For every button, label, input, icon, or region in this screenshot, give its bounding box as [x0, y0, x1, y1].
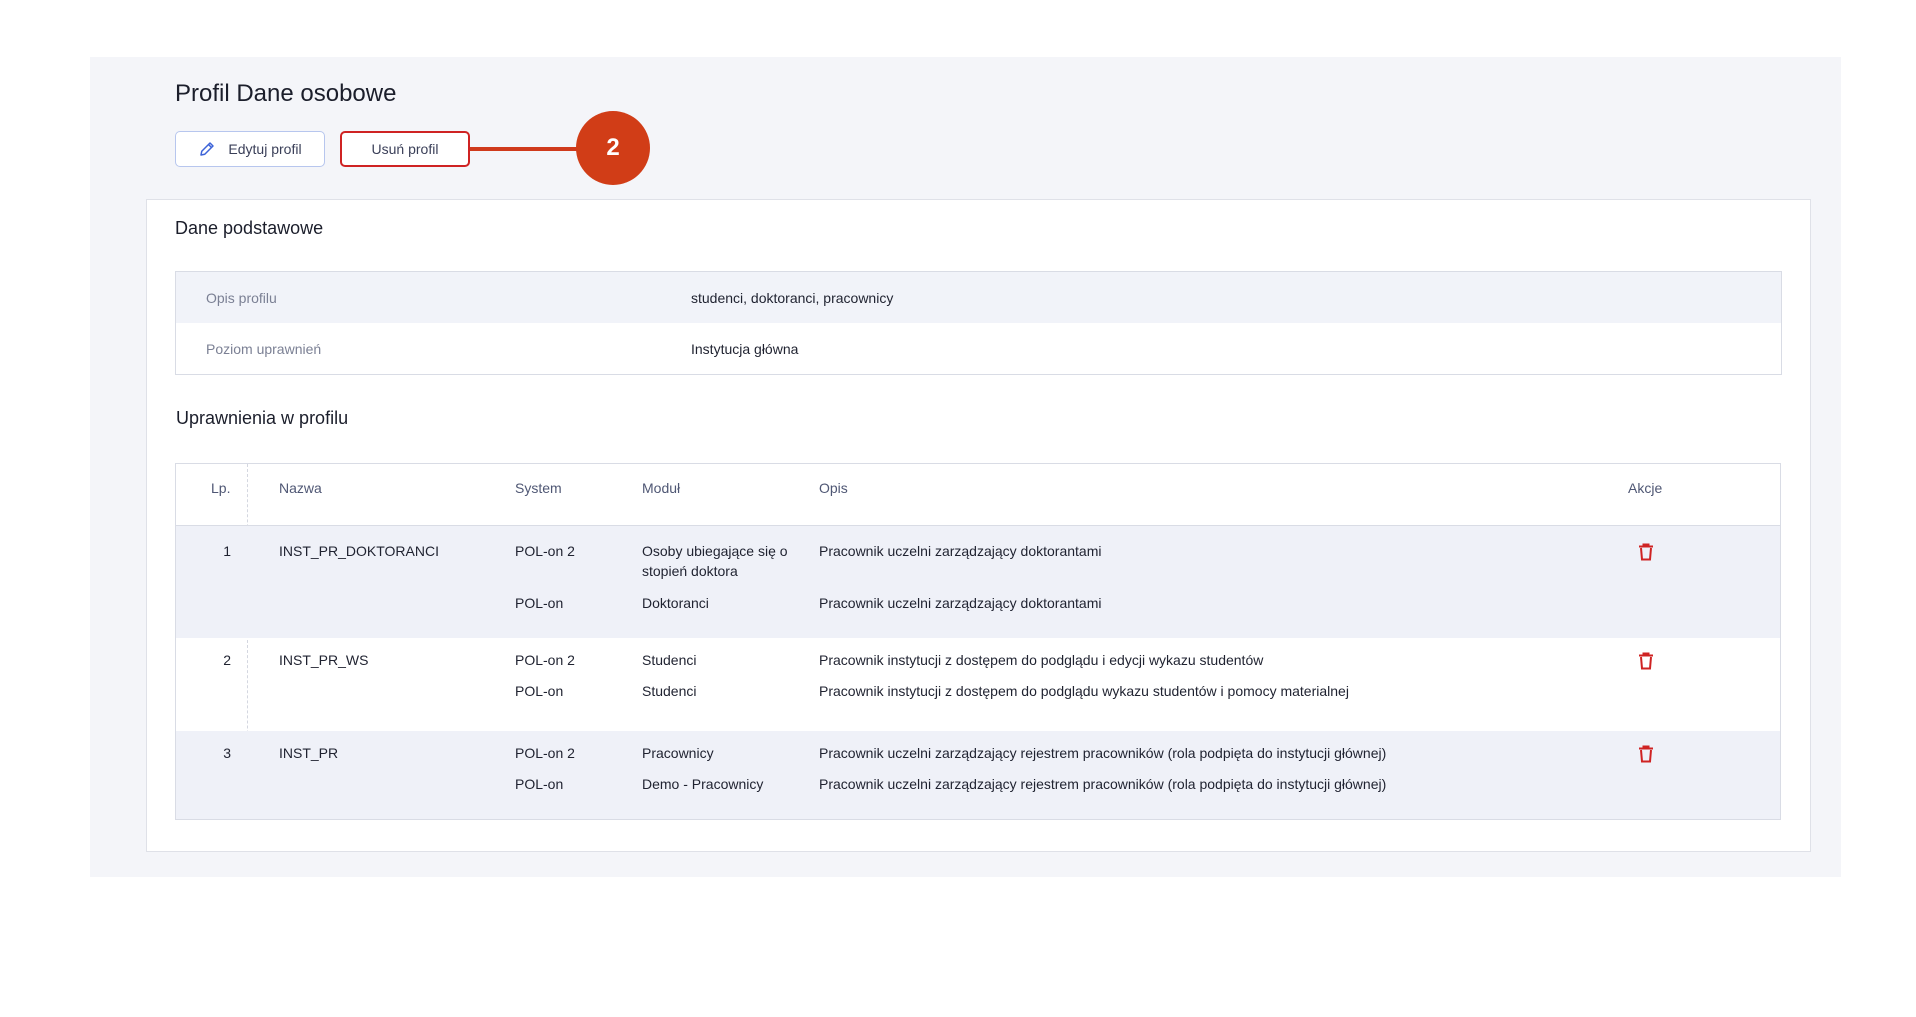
- row-system: POL-on: [515, 683, 564, 699]
- col-header-system: System: [515, 480, 562, 496]
- table-row: 3 INST_PR POL-on 2 Pracownicy Pracownik …: [176, 731, 1780, 819]
- delete-profile-label: Usuń profil: [371, 141, 439, 157]
- row-name: INST_PR_WS: [279, 652, 369, 668]
- callout-connector: [470, 147, 580, 151]
- row-module: Doktoranci: [642, 595, 709, 611]
- col-header-description: Opis: [819, 480, 848, 496]
- col-header-name: Nazwa: [279, 480, 322, 496]
- row-name: INST_PR: [279, 745, 339, 761]
- info-value: studenci, doktoranci, pracownicy: [691, 289, 894, 306]
- row-module: Studenci: [642, 652, 697, 668]
- basic-data-title: Dane podstawowe: [175, 218, 324, 238]
- info-value: Instytucja główna: [691, 340, 799, 357]
- row-description: Pracownik instytucji z dostępem do podgl…: [819, 652, 1264, 668]
- row-system: POL-on 2: [515, 543, 575, 559]
- table-header: Lp. Nazwa System Moduł Opis Akcje: [176, 464, 1780, 526]
- row-description: Pracownik uczelni zarządzający rejestrem…: [819, 745, 1387, 761]
- row-description: Pracownik uczelni zarządzający doktorant…: [819, 595, 1102, 611]
- pencil-icon: [200, 142, 215, 156]
- info-label: Poziom uprawnień: [206, 340, 322, 357]
- col-header-lp: Lp.: [211, 480, 231, 496]
- row-module: Pracownicy: [642, 745, 714, 761]
- page-title: Profil Dane osobowe: [175, 80, 397, 107]
- trash-icon[interactable]: [1638, 543, 1654, 561]
- delete-profile-button[interactable]: Usuń profil: [340, 131, 470, 167]
- info-row-description: Opis profilu studenci, doktoranci, praco…: [176, 272, 1781, 323]
- callout-badge: 2: [576, 111, 650, 185]
- info-label: Opis profilu: [206, 289, 277, 306]
- trash-icon[interactable]: [1638, 745, 1654, 763]
- col-header-actions: Akcje: [1628, 480, 1663, 496]
- edit-profile-label: Edytuj profil: [228, 141, 302, 157]
- row-description: Pracownik uczelni zarządzający rejestrem…: [819, 776, 1387, 792]
- trash-icon[interactable]: [1638, 652, 1654, 670]
- edit-profile-button[interactable]: Edytuj profil: [175, 131, 325, 167]
- row-system: POL-on 2: [515, 745, 575, 761]
- row-system: POL-on: [515, 776, 564, 792]
- row-number: 2: [223, 652, 231, 668]
- table-row: 2 INST_PR_WS POL-on 2 Studenci Pracownik…: [176, 638, 1780, 731]
- permissions-title: Uprawnienia w profilu: [176, 408, 349, 428]
- row-system: POL-on: [515, 595, 564, 611]
- row-name: INST_PR_DOKTORANCI: [279, 543, 439, 559]
- row-number: 3: [223, 745, 231, 761]
- table-row: 1 INST_PR_DOKTORANCI POL-on 2 Osoby ubie…: [176, 526, 1780, 638]
- row-number: 1: [223, 543, 231, 559]
- info-row-permission-level: Poziom uprawnień Instytucja główna: [176, 323, 1781, 374]
- row-system: POL-on 2: [515, 652, 575, 668]
- row-module: Osoby ubiegające się o stopień doktora: [642, 543, 788, 579]
- row-module: Studenci: [642, 683, 697, 699]
- permissions-table: Lp. Nazwa System Moduł Opis Akcje 1 INST…: [175, 463, 1781, 820]
- basic-data-table: Opis profilu studenci, doktoranci, praco…: [175, 271, 1782, 375]
- row-description: Pracownik uczelni zarządzający doktorant…: [819, 543, 1102, 559]
- row-description: Pracownik instytucji z dostępem do podgl…: [819, 683, 1349, 699]
- col-header-module: Moduł: [642, 480, 681, 496]
- row-module: Demo - Pracownicy: [642, 776, 764, 792]
